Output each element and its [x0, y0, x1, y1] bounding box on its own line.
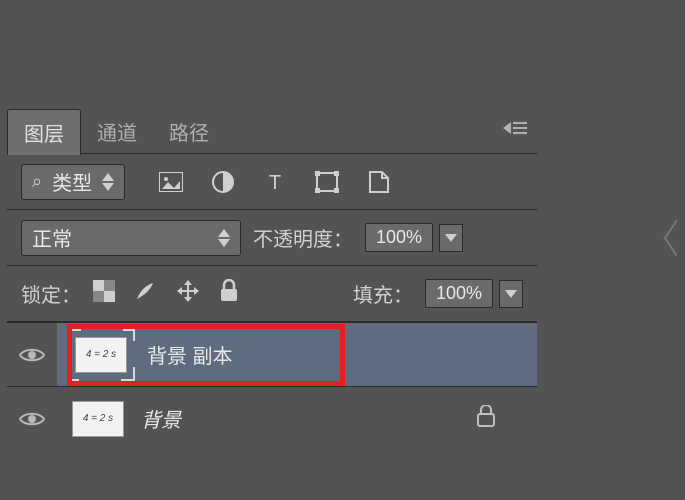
blend-mode-value: 正常 — [32, 223, 72, 252]
fill-label: 填充： — [353, 279, 413, 308]
tab-layers[interactable]: 图层 — [7, 109, 81, 155]
tab-paths[interactable]: 路径 — [153, 109, 225, 154]
panel-tabs: 图层 通道 路径 — [7, 110, 537, 154]
lock-row: 锁定： 填充： 100% — [7, 266, 537, 322]
filter-kind-dropdown[interactable]: ⌕ 类型 — [21, 164, 125, 200]
search-icon: ⌕ — [32, 171, 42, 192]
svg-text:T: T — [269, 172, 281, 193]
lock-pixels-icon[interactable] — [133, 279, 157, 308]
filter-row: ⌕ 类型 T — [7, 154, 537, 210]
opacity-value: 100% — [365, 223, 433, 252]
lock-transparency-icon[interactable] — [93, 280, 115, 307]
layer-row[interactable]: 4 = 2 s 背景 副本 — [7, 322, 537, 386]
layers-panel: 图层 通道 路径 ⌕ 类型 T 正常 不透明度： — [7, 110, 537, 450]
smartobject-filter-icon[interactable] — [365, 168, 393, 196]
layer-list: 4 = 2 s 背景 副本 4 = 2 s 背景 — [7, 322, 537, 450]
layer-thumbnail[interactable]: 4 = 2 s — [69, 398, 127, 440]
filter-icon-row: T — [157, 168, 393, 196]
filter-kind-label: 类型 — [52, 167, 92, 196]
chevron-down-icon[interactable] — [499, 280, 523, 308]
stepper-icon — [218, 229, 230, 247]
lock-all-icon[interactable] — [219, 279, 239, 308]
type-filter-icon[interactable]: T — [261, 168, 289, 196]
tab-channels[interactable]: 通道 — [81, 109, 153, 154]
layer-body: 4 = 2 s 背景 — [57, 387, 537, 450]
layer-thumbnail[interactable]: 4 = 2 s — [69, 331, 133, 379]
fill-control[interactable]: 100% — [425, 279, 523, 308]
shape-filter-icon[interactable] — [313, 168, 341, 196]
opacity-control[interactable]: 100% — [365, 223, 463, 252]
layer-body: 4 = 2 s 背景 副本 — [57, 323, 537, 386]
layer-name[interactable]: 背景 副本 — [147, 340, 233, 369]
lock-position-icon[interactable] — [175, 278, 201, 309]
blend-mode-dropdown[interactable]: 正常 — [21, 220, 241, 256]
pixel-filter-icon[interactable] — [157, 168, 185, 196]
lock-label: 锁定： — [21, 279, 81, 308]
lock-buttons — [93, 278, 239, 309]
opacity-label: 不透明度： — [253, 223, 353, 252]
visibility-toggle[interactable] — [7, 410, 57, 428]
stepper-icon — [102, 173, 114, 191]
visibility-toggle[interactable] — [7, 346, 57, 364]
collapse-arrow-icon[interactable] — [663, 220, 677, 256]
panel-menu-icon[interactable] — [503, 122, 527, 134]
blend-row: 正常 不透明度： 100% — [7, 210, 537, 266]
layer-name[interactable]: 背景 — [141, 404, 181, 433]
layer-row[interactable]: 4 = 2 s 背景 — [7, 386, 537, 450]
chevron-down-icon[interactable] — [439, 224, 463, 252]
adjustment-filter-icon[interactable] — [209, 168, 237, 196]
fill-value: 100% — [425, 279, 493, 308]
lock-icon — [477, 405, 495, 432]
